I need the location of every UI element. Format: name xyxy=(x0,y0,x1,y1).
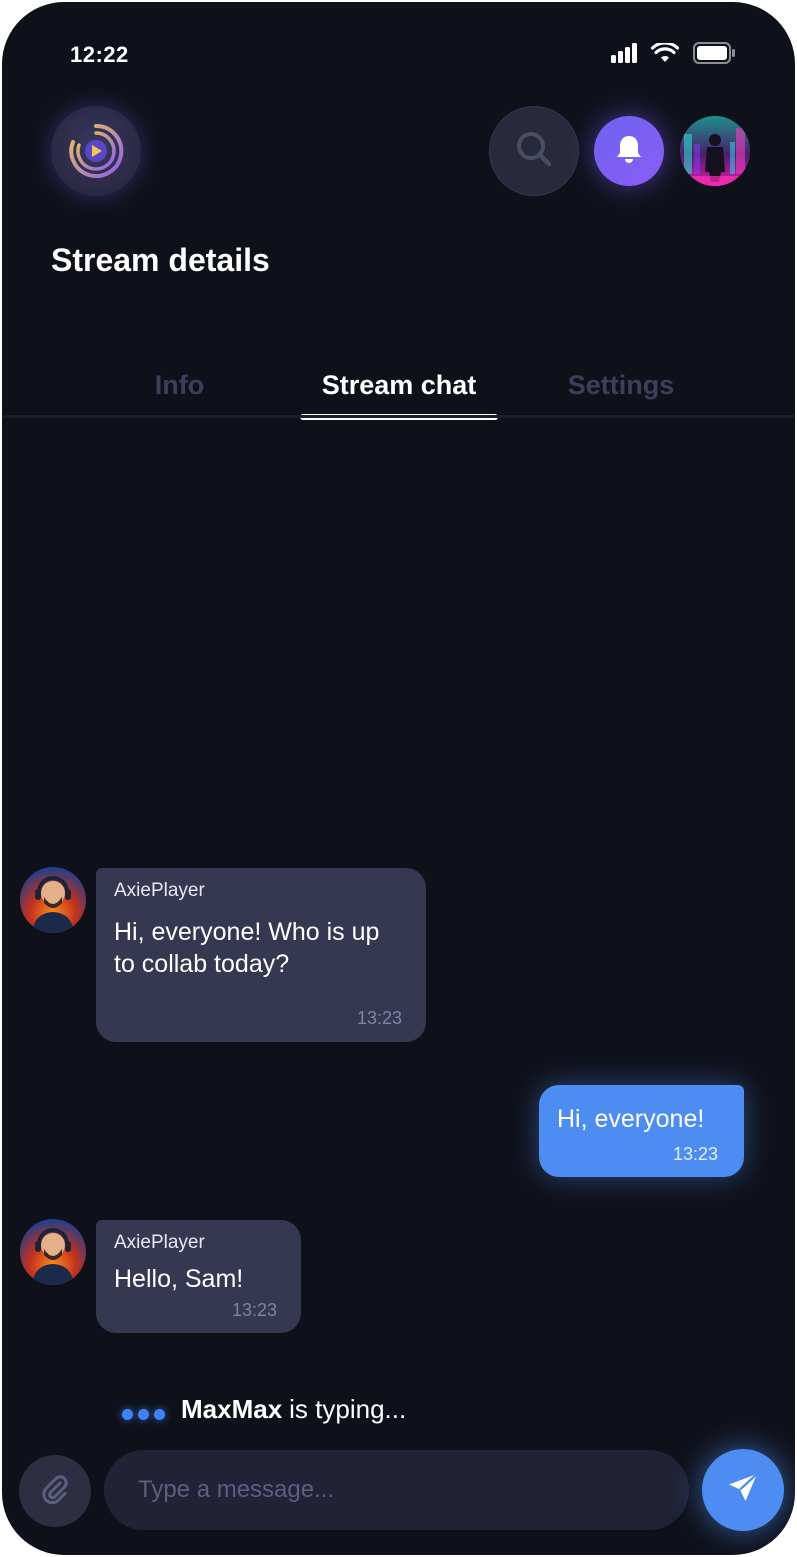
signal-icon xyxy=(611,43,637,68)
page-title: Stream details xyxy=(51,242,270,278)
typing-indicator: MaxMax is typing... xyxy=(122,1394,406,1425)
paperclip-icon xyxy=(38,1472,72,1511)
tab-info[interactable]: Info xyxy=(102,370,257,401)
message-text: Hello, Sam! xyxy=(114,1265,244,1293)
message-time: 13:23 xyxy=(231,1300,277,1320)
message-sender: AxiePlayer xyxy=(114,1232,205,1253)
search-icon xyxy=(514,129,554,174)
sender-avatar[interactable] xyxy=(20,1219,86,1285)
app-screen: 12:22 Stream details Info Stream chat Se… xyxy=(2,2,795,1555)
message-bubble-outgoing[interactable]: Hi, everyone! 13:23 xyxy=(539,1085,744,1177)
message-time: 13:23 xyxy=(356,1008,402,1028)
message-text: Hi, everyone! Who is up to collab today? xyxy=(114,918,380,978)
message-bubble-incoming[interactable]: AxiePlayer Hi, everyone! Who is up to co… xyxy=(96,868,426,1042)
typing-dots-icon xyxy=(122,1400,165,1420)
battery-icon xyxy=(693,42,735,69)
typing-user-name: MaxMax xyxy=(181,1394,283,1424)
tab-stream-chat[interactable]: Stream chat xyxy=(300,370,498,401)
send-icon xyxy=(726,1471,760,1510)
stream-logo-icon[interactable] xyxy=(51,106,141,196)
search-button[interactable] xyxy=(489,106,579,196)
message-text: Hi, everyone! xyxy=(557,1105,705,1133)
attach-button[interactable] xyxy=(19,1455,91,1527)
message-input[interactable] xyxy=(104,1450,689,1530)
sender-avatar[interactable] xyxy=(20,867,86,933)
tab-settings[interactable]: Settings xyxy=(542,370,700,401)
message-time: 13:23 xyxy=(672,1144,718,1164)
send-button[interactable] xyxy=(702,1449,784,1531)
status-time: 12:22 xyxy=(70,42,129,67)
tab-bar: Info Stream chat Settings xyxy=(2,362,795,420)
typing-status-text: is typing... xyxy=(289,1394,407,1424)
message-bubble-incoming[interactable]: AxiePlayer Hello, Sam! 13:23 xyxy=(96,1220,301,1333)
profile-avatar[interactable] xyxy=(680,116,750,186)
message-sender: AxiePlayer xyxy=(114,880,205,901)
bell-icon xyxy=(615,134,643,169)
notifications-button[interactable] xyxy=(594,116,664,186)
wifi-icon xyxy=(650,41,680,68)
tab-divider xyxy=(2,415,795,418)
status-icons xyxy=(611,41,735,69)
